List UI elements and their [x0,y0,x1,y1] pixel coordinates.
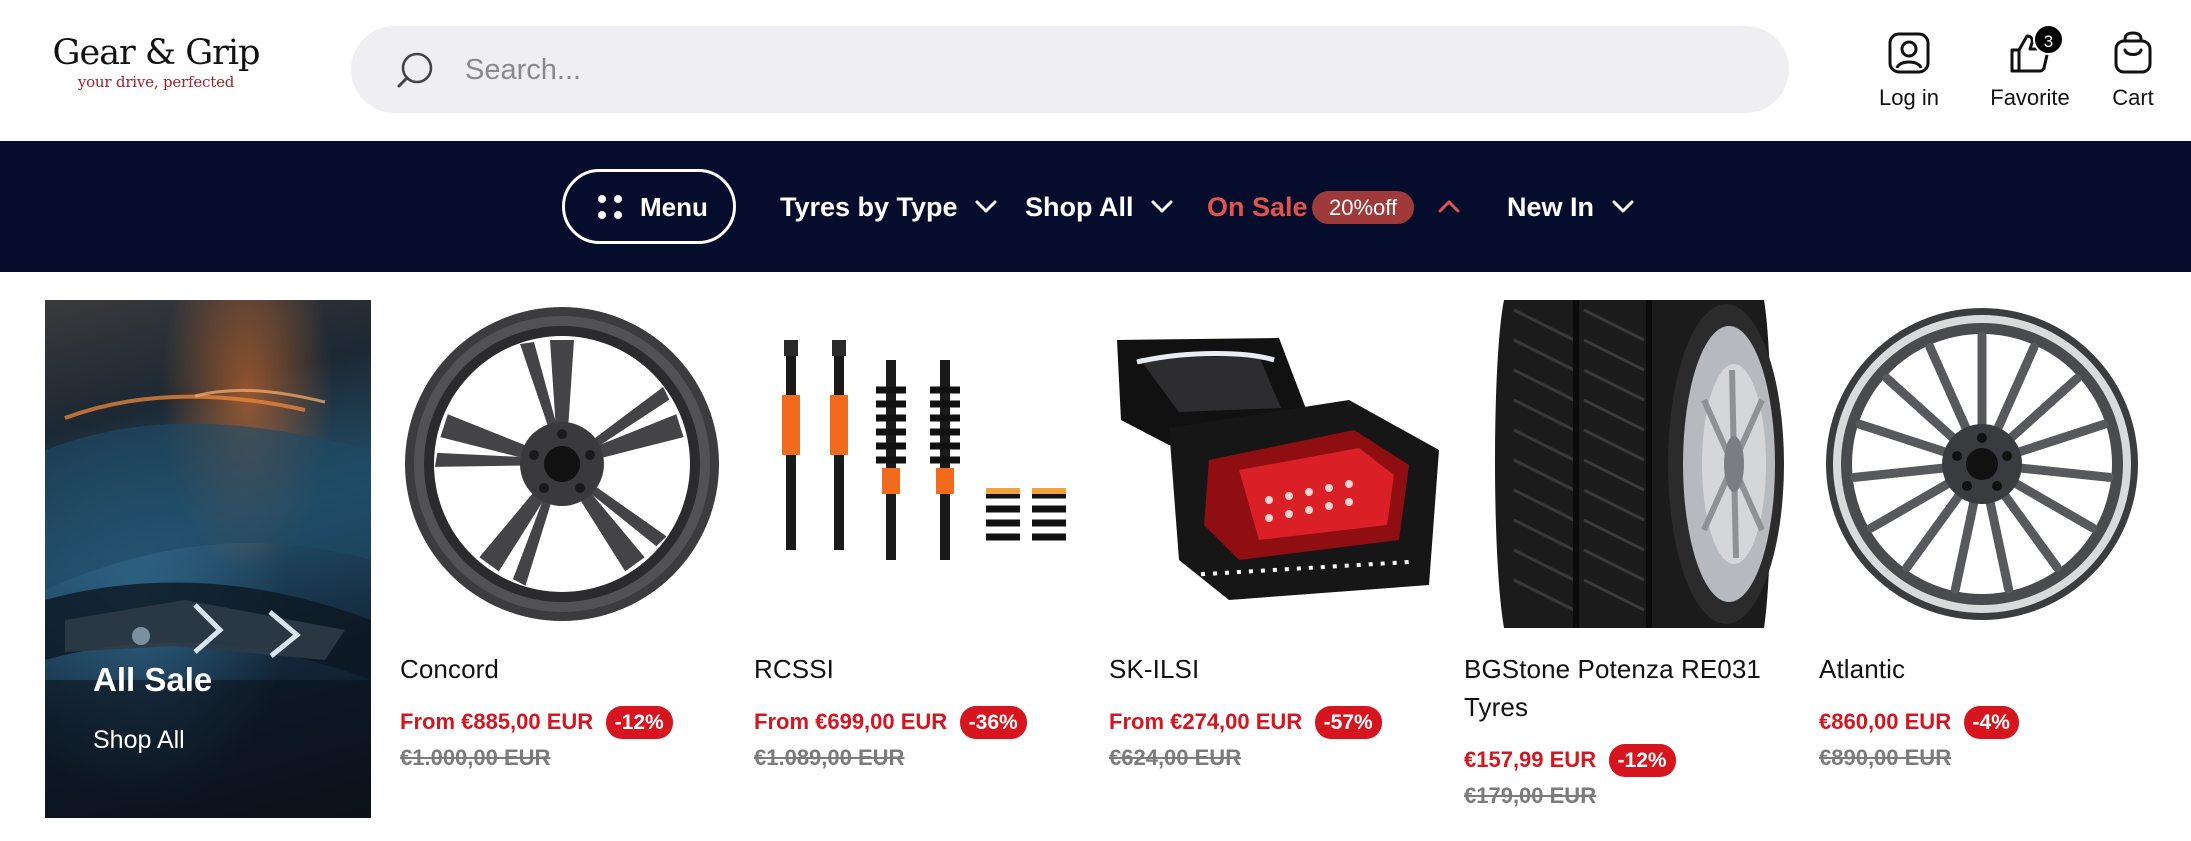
alloy-wheel-multi-spoke-image[interactable] [1819,300,2149,628]
discount-badge: -36% [959,705,1027,739]
favorite-count-badge: 3 [2033,24,2064,55]
shopping-bag-icon [2114,31,2152,74]
nav-item-tyres-by-type[interactable]: Tyres by Type [780,189,997,225]
logo-name: Gear & Grip [52,33,261,73]
tyre-on-wheel-image[interactable] [1464,300,1794,628]
nav-item-label: Shop All [1025,192,1134,222]
promo-title: All Sale [93,661,213,698]
login-button[interactable]: Log in [1868,30,1950,111]
led-tail-lights-image[interactable] [1109,300,1439,628]
favorite-label: Favorite [1990,85,2070,110]
user-icon [1888,32,1930,74]
coilover-kit-image[interactable] [754,300,1084,628]
sale-badge: 20%off [1312,191,1415,224]
product-name[interactable]: BGStone Potenza RE031 Tyres [1464,650,1794,726]
product-name[interactable]: RCSSI [754,650,1084,688]
cart-button[interactable]: Cart [2098,30,2168,111]
product-price: From €885,00 EUR [400,709,594,734]
discount-badge: -12% [1608,743,1676,777]
cart-label: Cart [2112,85,2154,110]
menu-button[interactable]: Menu [562,169,736,244]
product-name[interactable]: Atlantic [1819,650,2149,688]
discount-badge: -12% [605,705,673,739]
chevron-down-icon [1151,200,1173,213]
product-price: €157,99 EUR [1464,747,1597,772]
product-name[interactable]: Concord [400,650,730,688]
product-original-price: €179,00 EUR [1464,783,1597,809]
product-original-price: €890,00 EUR [1819,745,1952,771]
search-bar[interactable] [351,26,1789,113]
discount-badge: -4% [1963,705,2019,739]
chevron-up-icon[interactable] [1437,194,1461,218]
product-card[interactable]: Concord From €885,00 EUR -12% €1.000,00 … [400,300,730,776]
nav-item-label: On Sale [1207,192,1308,222]
product-original-price: €1.089,00 EUR [754,745,905,771]
nav-item-label: New In [1507,192,1595,222]
product-original-price: €624,00 EUR [1109,745,1242,771]
grid-dots-icon [598,195,622,219]
product-card[interactable]: Atlantic €860,00 EUR -4% €890,00 EUR [1819,300,2149,776]
product-price: From €274,00 EUR [1109,709,1303,734]
menu-label: Menu [640,192,708,222]
search-icon[interactable] [394,49,436,91]
product-card[interactable]: BGStone Potenza RE031 Tyres €157,99 EUR … [1464,300,1794,814]
chevron-down-icon [1612,200,1634,213]
all-sale-promo-card[interactable]: All Sale Shop All [45,300,371,818]
product-original-price: €1.000,00 EUR [400,745,551,771]
favorite-button[interactable]: 3 Favorite [1975,24,2085,111]
product-name[interactable]: SK-ILSI [1109,650,1439,688]
search-input[interactable] [465,46,1745,94]
nav-item-label: Tyres by Type [780,192,958,222]
nav-item-on-sale[interactable]: On Sale [1207,189,1308,225]
product-card[interactable]: SK-ILSI From €274,00 EUR -57% €624,00 EU… [1109,300,1439,776]
store-logo[interactable]: Gear & Grip your drive, perfected [51,33,261,91]
promo-shop-all-link[interactable]: Shop All [93,725,185,755]
login-label: Log in [1879,85,1939,110]
product-card[interactable]: RCSSI From €699,00 EUR -36% €1.089,00 EU… [754,300,1084,776]
discount-badge: -57% [1314,705,1382,739]
main-navigation: Menu Tyres by Type Shop All On Sale 20%o… [0,141,2191,272]
chevron-down-icon [975,200,997,213]
logo-tagline: your drive, perfected [77,73,235,91]
product-price: €860,00 EUR [1819,709,1952,734]
product-price: From €699,00 EUR [754,709,948,734]
site-header: Gear & Grip your drive, perfected Log in… [0,0,2191,141]
nav-item-new-in[interactable]: New In [1507,189,1634,225]
alloy-wheel-five-spoke-image[interactable] [400,300,730,628]
nav-item-shop-all[interactable]: Shop All [1025,189,1173,225]
